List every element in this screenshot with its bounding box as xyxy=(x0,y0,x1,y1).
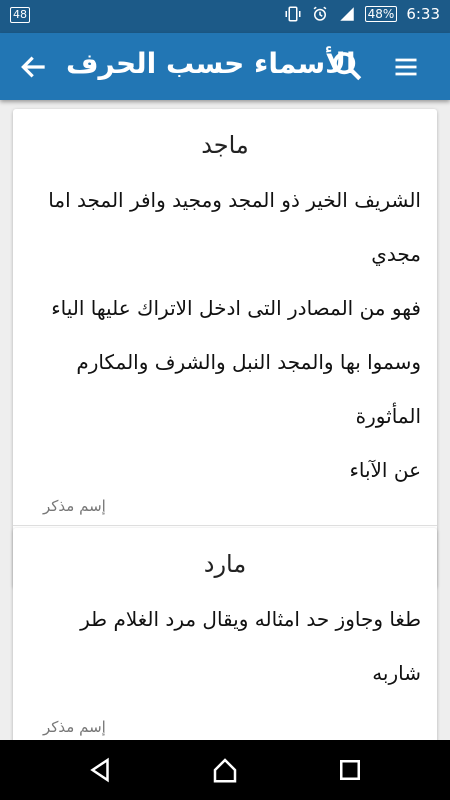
name-meaning: الشريف الخير ذو المجد ومجيد وافر المجد ا… xyxy=(13,159,437,497)
name-meaning: طغا وجاوز حد امثاله ويقال مرد الغلام طر … xyxy=(13,578,437,700)
name-card: مارد طغا وجاوز حد امثاله ويقال مرد الغلا… xyxy=(13,528,437,740)
name-card: ماجد الشريف الخير ذو المجد ومجيد وافر ال… xyxy=(13,109,437,588)
meaning-line: طغا وجاوز حد امثاله ويقال مرد الغلام طر … xyxy=(80,607,421,685)
gender-label: إسم مذكر xyxy=(43,497,106,515)
recents-nav-icon[interactable] xyxy=(335,755,365,785)
page-title: الأسماء حسب الحرف xyxy=(66,47,356,80)
status-bar: 48 48% 6:33 xyxy=(0,0,450,33)
meaning-line: فهو من المصادر التى ادخل الاتراك عليها ا… xyxy=(51,296,421,320)
name-title: ماجد xyxy=(201,131,249,159)
meaning-line: عن الآباء xyxy=(349,458,421,482)
vibrate-icon xyxy=(284,5,302,23)
system-navigation-bar xyxy=(0,740,450,800)
notification-badge: 48 xyxy=(10,7,30,23)
signal-icon xyxy=(338,5,356,23)
hamburger-menu-icon[interactable] xyxy=(392,53,420,81)
app-bar: الأسماء حسب الحرف xyxy=(0,33,450,100)
meaning-line: الشريف الخير ذو المجد ومجيد وافر المجد ا… xyxy=(48,188,421,266)
gender-label: إسم مذكر xyxy=(43,718,106,736)
back-nav-icon[interactable] xyxy=(85,755,115,785)
meaning-line: وسموا بها والمجد النبل والشرف والمكارم ا… xyxy=(76,350,421,428)
battery-indicator: 48% xyxy=(364,6,398,22)
home-nav-icon[interactable] xyxy=(210,755,240,785)
alarm-icon xyxy=(311,5,329,23)
clock: 6:33 xyxy=(406,5,440,23)
back-arrow-icon[interactable] xyxy=(18,51,50,83)
search-icon[interactable] xyxy=(330,49,364,83)
names-list[interactable]: ماجد الشريف الخير ذو المجد ومجيد وافر ال… xyxy=(0,100,450,740)
name-title: مارد xyxy=(203,550,247,578)
